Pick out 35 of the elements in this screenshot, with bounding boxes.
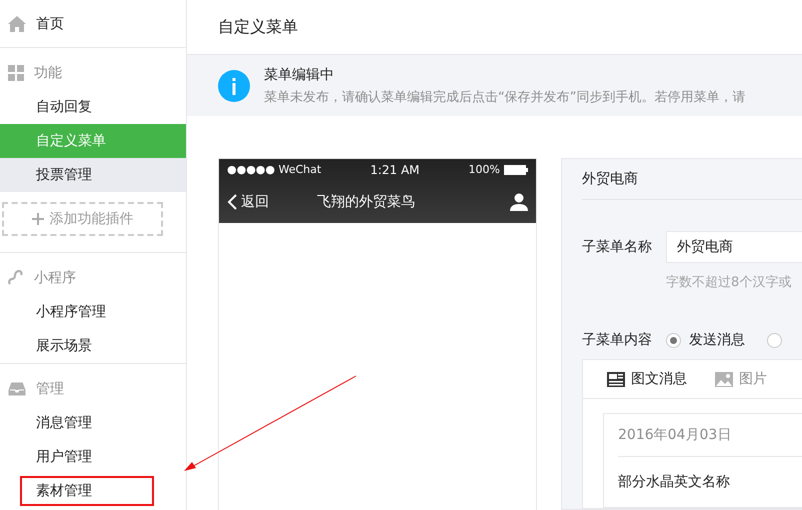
section-heading: 功能 [34, 64, 62, 82]
carrier-text: ●●●●● WeChat [227, 163, 322, 176]
field-label: 子菜单名称 [582, 238, 652, 256]
menu-name-input[interactable]: 外贸电商 [666, 231, 802, 263]
image-icon [715, 372, 733, 386]
grid-icon [8, 65, 24, 81]
article-title: 部分水晶英文名称 [618, 473, 730, 491]
notice-title: 菜单编辑中 [264, 66, 335, 84]
section-heading: 管理 [36, 380, 64, 398]
field-label: 子菜单内容 [582, 331, 652, 349]
plus-icon [32, 213, 44, 225]
section-heading: 小程序 [34, 269, 76, 287]
radio-button[interactable] [666, 332, 681, 348]
home-link[interactable]: 首页 [36, 14, 64, 32]
info-icon [218, 70, 250, 102]
tray-icon [8, 381, 26, 397]
home-icon [8, 16, 26, 32]
content-tab[interactable]: 图文消息 [607, 370, 687, 388]
user-icon [510, 192, 528, 210]
radio-button[interactable] [767, 332, 782, 348]
back-icon [227, 194, 237, 210]
account-title: 飞翔的外贸菜鸟 [317, 192, 416, 210]
menu-name-heading: 外贸电商 [582, 159, 802, 200]
notice-text: 菜单未发布，请确认菜单编辑完成后点击“保存并发布”同步到手机。若停用菜单，请 [264, 88, 746, 106]
status-time: 1:21 AM [370, 162, 420, 176]
link-icon [8, 270, 24, 286]
menu-item[interactable]: 投票管理 [0, 158, 186, 192]
radio-label: 发送消息 [689, 331, 745, 349]
field-hint: 字数不超过8个汉字或 [666, 275, 792, 290]
article-icon [607, 372, 625, 386]
back-link[interactable]: 返回 [241, 192, 269, 210]
battery-text: 100% [468, 163, 500, 176]
menu-item[interactable]: 素材管理 [20, 476, 154, 506]
article-date: 2016年04月03日 [618, 426, 732, 444]
battery-icon [504, 164, 528, 174]
